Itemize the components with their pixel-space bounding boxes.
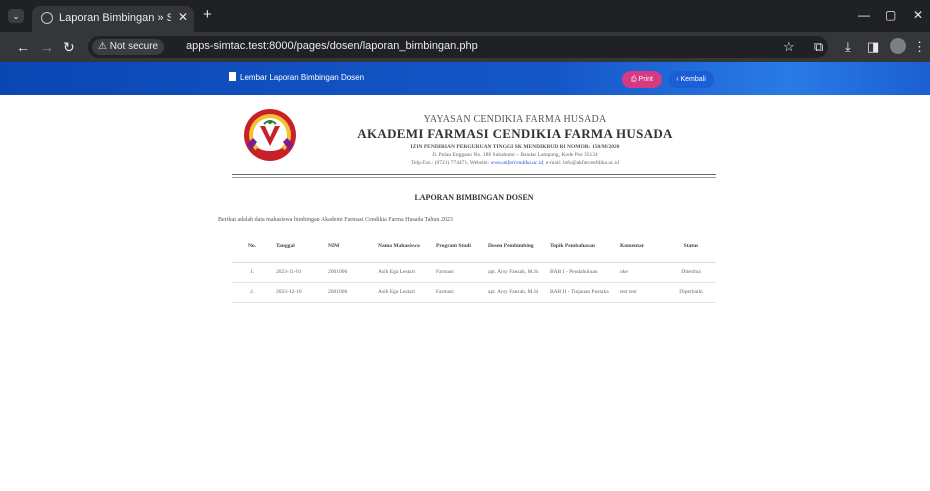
document-icon [229,72,236,81]
cell-program: Farmasi [432,282,484,303]
url-text[interactable]: apps-simtac.test:8000/pages/dosen/lapora… [186,40,478,52]
new-tab-icon[interactable]: + [203,7,212,22]
cell-supervisor: apt. Arsy Faezah, M.Si [484,282,546,303]
cell-nim: 2001006 [324,262,374,283]
print-button[interactable]: ⎙ Print [622,71,662,88]
tab-close-icon[interactable]: ✕ [178,10,188,24]
tab-title: Laporan Bimbingan » Sistem In [59,12,171,24]
report-intro: Berikut adalah data mahasiswa bimbingan … [218,217,453,223]
report-title: LAPORAN BIMBINGAN DOSEN [414,193,534,202]
cell-topic: BAB II - Tinjauan Pustaka [546,282,616,303]
cell-student: Asih Ega Lestari [374,282,432,303]
letterhead: YAYASAN CENDIKIA FARMA HUSADA AKADEMI FA… [318,114,712,166]
academy-logo [244,109,296,161]
cell-no: 1. [232,262,272,283]
table-header-row: No. Tanggal NIM Nama Mahasiswa Program S… [232,230,716,263]
cell-date: 2023-12-10 [272,282,324,303]
page-title-text: Lembar Laporan Bimbingan Dosen [240,73,365,82]
cell-status: Diperbaiki [666,282,716,303]
reload-icon[interactable]: ↻ [63,39,75,55]
license-line: IZIN PENDIRIAN PERGURUAN TINGGI SK MENDI… [410,144,620,150]
address-bar[interactable]: ⚠ Not secure apps-simtac.test:8000/pages… [88,36,828,58]
foundation-name: YAYASAN CENDIKIA FARMA HUSADA [423,114,607,125]
col-header: NIM [324,230,374,263]
browser-toolbar: ← → ↻ ⚠ Not secure apps-simtac.test:8000… [0,32,930,62]
profile-avatar[interactable] [890,38,906,54]
tab-search-icon[interactable]: ⌄ [8,9,24,23]
col-header: Topik Pembahasan [546,230,616,263]
cell-program: Farmasi [432,262,484,283]
not-secure-chip[interactable]: ⚠ Not secure [92,39,165,55]
more-menu-icon[interactable]: ⋮ [913,39,926,55]
browser-tab-bar: ⌄ Laporan Bimbingan » Sistem In ✕ + — ▢ … [0,0,930,32]
contact-suffix: , e-mail: info@akfarcenfdika.ac.id [543,160,619,166]
back-arrow-icon[interactable]: ← [16,39,30,55]
extensions-icon[interactable]: ⧉ [814,39,823,55]
col-header: No. [232,230,272,263]
cell-nim: 2001006 [324,282,374,303]
contact-prefix: Telp.Fax.: (0721) 774471, Website: [411,160,491,166]
page-title: Lembar Laporan Bimbingan Dosen [229,72,364,82]
address-line: Jl. Pulau Enggano No. 188 Sukabumi – Ban… [432,152,598,158]
table-row: 1. 2023-11-01 2001006 Asih Ega Lestari F… [232,262,716,283]
contact-line: Telp.Fax.: (0721) 774471, Website: www.a… [318,160,712,166]
table-row: 2. 2023-12-10 2001006 Asih Ega Lestari F… [232,282,716,303]
cell-comment: oke [616,262,666,283]
letterhead-divider-thin [232,177,716,178]
report-table: No. Tanggal NIM Nama Mahasiswa Program S… [232,230,716,303]
col-header: Nama Mahasiswa [374,230,432,263]
col-header: Status [666,230,716,263]
close-window-icon[interactable]: ✕ [913,8,923,22]
col-header: Komentar [616,230,666,263]
page-content: Lembar Laporan Bimbingan Dosen ⎙ Print ‹… [0,62,930,491]
browser-tab[interactable]: Laporan Bimbingan » Sistem In ✕ [32,6,194,32]
academy-name: AKADEMI FARMASI CENDIKIA FARMA HUSADA [357,126,673,141]
col-header: Dosen Pembimbing [484,230,546,263]
website-link[interactable]: www.akfarcendika.ac.id [490,160,543,166]
cell-date: 2023-11-01 [272,262,324,283]
cell-comment: test test [616,282,666,303]
download-icon[interactable]: ⤓ [845,39,851,55]
side-panel-icon[interactable]: ◨ [867,39,879,55]
cell-supervisor: apt. Arsy Faezah, M.Si [484,262,546,283]
back-button[interactable]: ‹ Kembali [668,71,714,88]
minimize-icon[interactable]: — [858,8,870,22]
cell-topic: BAB I - Pendahuluan [546,262,616,283]
col-header: Program Studi [432,230,484,263]
col-header: Tanggal [272,230,324,263]
forward-arrow-icon[interactable]: → [40,39,54,55]
cell-student: Asih Ega Lestari [374,262,432,283]
page-header-bar: Lembar Laporan Bimbingan Dosen ⎙ Print ‹… [0,62,930,95]
restore-icon[interactable]: ▢ [885,8,896,22]
cell-no: 2. [232,282,272,303]
letterhead-divider [232,174,716,175]
globe-icon [41,12,53,24]
bookmark-star-icon[interactable]: ☆ [783,39,795,55]
cell-status: Diterima [666,262,716,283]
